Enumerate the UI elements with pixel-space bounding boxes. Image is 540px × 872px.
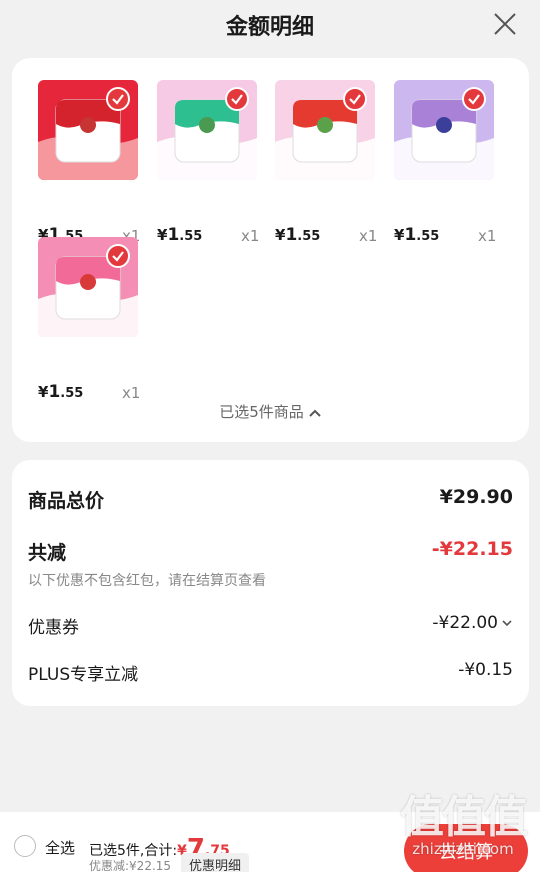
- product-price: ¥1.55: [394, 225, 439, 245]
- product-item[interactable]: ¥1.55 x1: [394, 80, 496, 245]
- product-item[interactable]: ¥1.55 x1: [38, 80, 140, 245]
- price-dec: .55: [60, 386, 84, 401]
- currency-symbol: ¥: [275, 226, 286, 244]
- product-qty: x1: [478, 227, 497, 245]
- price-int: 1: [48, 382, 61, 402]
- selected-items-toggle[interactable]: 已选5件商品: [12, 401, 529, 422]
- plus-label: PLUS专享立减: [28, 665, 139, 685]
- select-all-radio[interactable]: [14, 835, 36, 857]
- select-all-label[interactable]: 全选: [45, 837, 75, 858]
- discount-note: 以下优惠不包含红包，请在结算页查看: [28, 573, 266, 589]
- selected-check-icon[interactable]: [343, 87, 367, 111]
- product-qty: x1: [241, 227, 260, 245]
- watermark-text: zhizhizhi.com: [412, 840, 514, 858]
- coupon-value: -¥22.00: [432, 613, 498, 633]
- selected-check-icon[interactable]: [225, 87, 249, 111]
- product-list-card: ¥1.55 x1 ¥1.55 x1 ¥1.55 x1 ¥1.55 x1 ¥1.55 x1 已选5件…: [12, 58, 529, 442]
- discount-detail-button[interactable]: 优惠明细: [181, 853, 250, 872]
- selected-check-icon[interactable]: [462, 87, 486, 111]
- coupon-label: 优惠券: [28, 618, 79, 638]
- coupon-value-wrap: -¥22.00: [432, 613, 513, 633]
- price-dec: .55: [179, 229, 203, 244]
- modal-header: 金额明细: [0, 0, 540, 52]
- watermark-glyph: 值值值: [400, 792, 528, 843]
- product-qty: x1: [359, 227, 378, 245]
- saved-amount: 优惠减:¥22.15: [89, 859, 172, 872]
- price-int: 1: [285, 225, 298, 245]
- product-price: ¥1.55: [38, 382, 83, 402]
- selected-items-label: 已选5件商品: [219, 403, 304, 421]
- currency-symbol: ¥: [157, 226, 168, 244]
- total-price-label: 商品总价: [28, 490, 105, 512]
- currency-symbol: ¥: [38, 383, 49, 401]
- selected-check-icon[interactable]: [106, 244, 130, 268]
- product-item[interactable]: ¥1.55 x1: [157, 80, 259, 245]
- close-icon[interactable]: [492, 11, 518, 37]
- discount-label: 共减: [28, 542, 67, 564]
- price-dec: .55: [416, 229, 440, 244]
- currency-symbol: ¥: [394, 226, 405, 244]
- plus-value: -¥0.15: [458, 660, 513, 680]
- chevron-down-icon: [502, 620, 512, 627]
- total-price-value: ¥29.90: [439, 486, 513, 508]
- product-price: ¥1.55: [157, 225, 202, 245]
- price-summary-card: 商品总价 ¥29.90 共减 -¥22.15 以下优惠不包含红包，请在结算页查看…: [12, 460, 529, 706]
- product-item[interactable]: ¥1.55 x1: [275, 80, 377, 245]
- chevron-up-icon: [309, 409, 321, 417]
- page-title: 金额明细: [225, 15, 314, 40]
- discount-value: -¥22.15: [431, 538, 513, 560]
- price-int: 1: [167, 225, 180, 245]
- product-price: ¥1.55: [275, 225, 320, 245]
- product-qty: x1: [122, 384, 141, 402]
- price-int: 1: [404, 225, 417, 245]
- selected-check-icon[interactable]: [106, 87, 130, 111]
- product-item[interactable]: ¥1.55 x1: [38, 237, 140, 402]
- price-dec: .55: [297, 229, 321, 244]
- watermark-logo: 值值值 zhizhizhi.com: [400, 792, 528, 859]
